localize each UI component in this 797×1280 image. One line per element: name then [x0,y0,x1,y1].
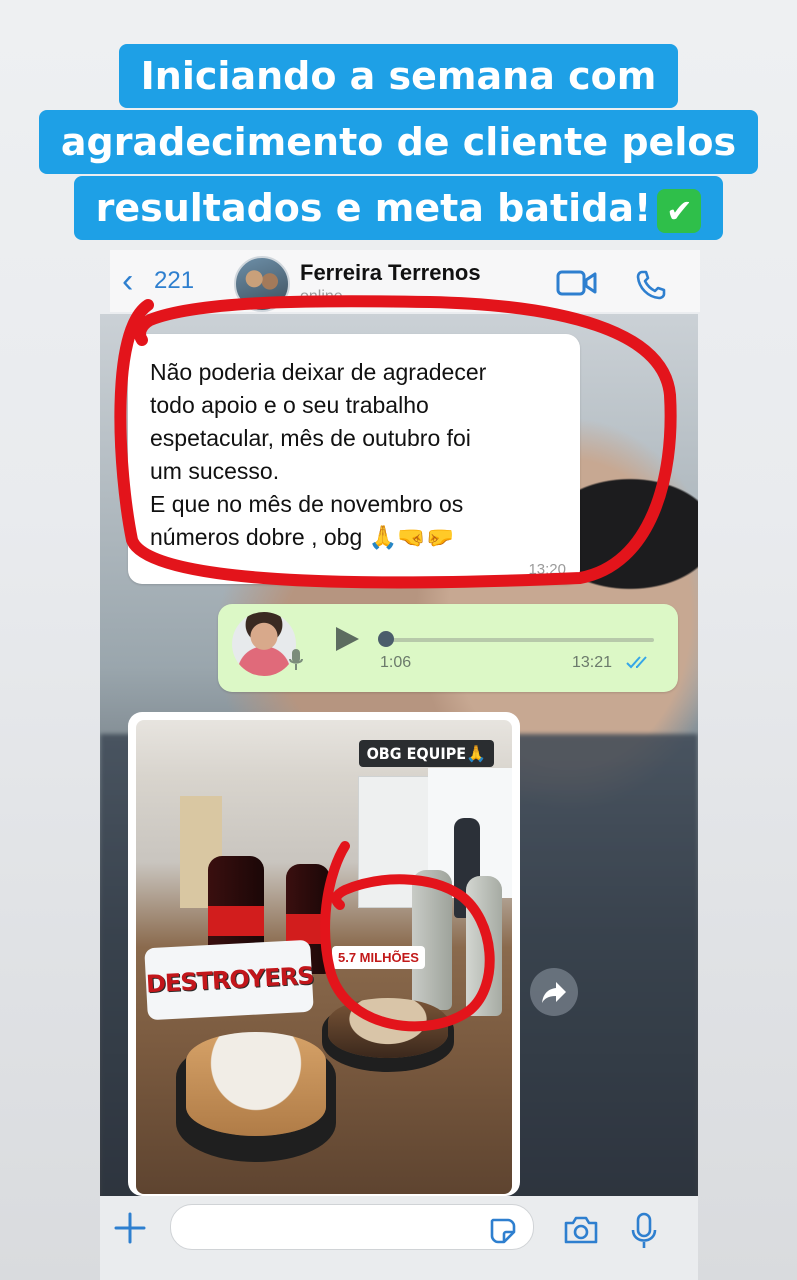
message-input[interactable] [170,1204,534,1250]
voice-progress-track[interactable] [384,638,654,642]
contact-name[interactable]: Ferreira Terrenos [300,260,481,286]
phone-icon[interactable] [634,268,668,302]
video-call-icon[interactable] [556,268,598,298]
read-receipt-icon [626,656,647,669]
chat-area[interactable]: Não poderia deixar de agradecer todo apo… [100,314,698,1196]
contact-status: online [300,288,343,305]
outgoing-voice-message[interactable]: 1:06 13:21 [218,604,678,692]
message-line: um sucesso. [150,458,280,484]
microphone-button-icon[interactable] [630,1212,658,1250]
message-line: E que no mês de novembro os [150,491,464,517]
caption-line-3: resultados e meta batida! ✔ [73,176,724,240]
camera-icon[interactable] [562,1214,600,1246]
photo-caption: OBG EQUIPE🙏 [358,740,494,767]
incoming-message-time: 13:20 [528,561,566,578]
back-chevron-icon[interactable]: ‹ [122,264,133,298]
destroyers-sign: DESTROYERS [144,939,314,1021]
chocolate-cake [328,998,448,1058]
vanilla-cake [186,1032,326,1136]
contact-avatar[interactable] [234,256,290,312]
forward-button[interactable] [530,968,578,1016]
caption-line-1: Iniciando a semana com [118,44,679,108]
voice-duration: 1:06 [380,654,412,671]
message-line: Não poderia deixar de agradecer [150,359,487,385]
incoming-message[interactable]: Não poderia deixar de agradecer todo apo… [128,334,580,584]
forward-icon [542,982,566,1003]
message-input-bar [100,1196,698,1280]
celebration-photo[interactable]: DESTROYERS 5.7 MILHÕES OBG EQUIPE🙏 [136,720,512,1194]
story-caption: Iniciando a semana com agradecimento de … [0,44,797,242]
message-line: todo apoio e o seu trabalho [150,392,429,418]
message-line: números dobre , obg 🙏🤜🤛 [150,524,455,550]
sticker-icon[interactable] [488,1216,518,1246]
voice-message-time: 13:21 [572,654,613,671]
check-mark-icon: ✔ [657,188,702,233]
incoming-message-text: Não poderia deixar de agradecer todo apo… [150,356,560,554]
sparkling-bottle [466,876,502,1016]
sparkling-bottle [412,870,452,1010]
microphone-icon [289,649,303,670]
message-line: espetacular, mês de outubro foi [150,425,471,451]
voice-sender-avatar [232,612,296,676]
image-message[interactable]: DESTROYERS 5.7 MILHÕES OBG EQUIPE🙏 [128,712,520,1196]
voice-progress-handle[interactable] [378,631,394,647]
caption-line-2: agradecimento de cliente pelos [38,110,759,174]
plus-icon[interactable] [112,1210,148,1246]
play-icon[interactable] [332,624,362,654]
chat-header: ‹ 221 Ferreira Terrenos online [110,250,700,312]
back-unread-count[interactable]: 221 [154,267,194,295]
milhoes-label: 5.7 MILHÕES [332,946,425,969]
